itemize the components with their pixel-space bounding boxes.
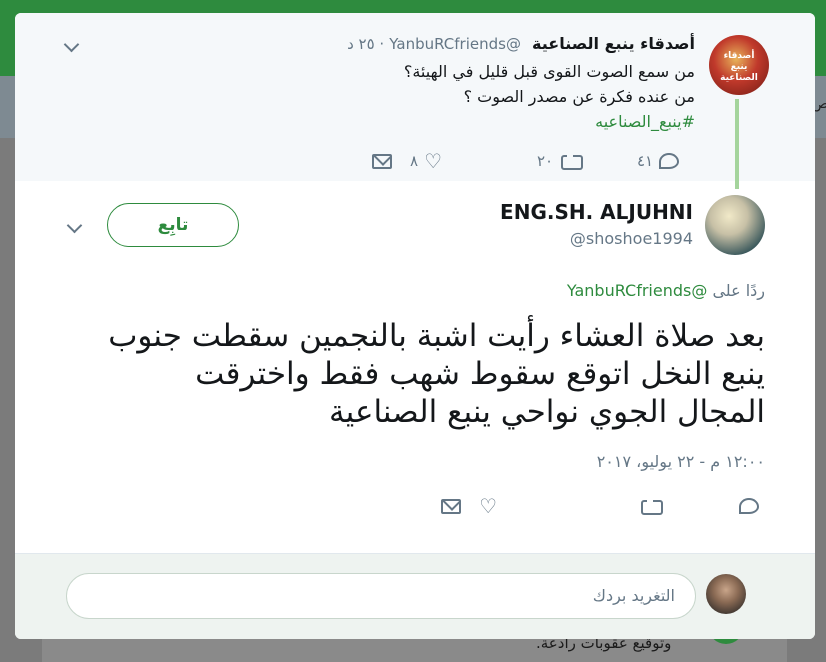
reply-icon [739,498,759,514]
heart-icon: ♡ [424,149,443,173]
reply-icon [659,153,680,169]
main-like-button[interactable]: ♡ [479,495,497,517]
author-avatar[interactable] [705,195,765,255]
parent-reply-button[interactable]: ٤١ [637,150,680,172]
parent-tweet-header: أصدقاء ينبع الصناعية @YanbuRCfriends · ٢… [347,34,695,53]
parent-tweet[interactable]: أصدقاء ينبع الصناعية أصدقاء ينبع الصناعي… [15,13,815,189]
parent-dm-button[interactable] [372,150,392,172]
thread-connector [735,99,739,189]
parent-text-line-1: من سمع الصوت القوى قبل قليل في الهيئة؟ [403,62,695,81]
main-tweet-date[interactable]: ١٢:٠٠ م - ٢٢ يوليو، ٢٠١٧ [597,452,765,471]
tweet-permalink-modal: أصدقاء ينبع الصناعية أصدقاء ينبع الصناعي… [15,13,815,639]
parent-name[interactable]: أصدقاء ينبع الصناعية [532,34,695,53]
main-retweet-button[interactable] [639,495,663,517]
reply-input[interactable]: التغريد بردك [66,573,696,619]
follow-button[interactable]: تابِع [107,203,239,247]
reply-handle-link[interactable]: @YanbuRCfriends [567,281,707,300]
current-user-avatar [706,574,746,614]
parent-like-button[interactable]: ♡ ٨ [410,150,442,172]
main-actions: ♡ [15,495,815,517]
main-dm-button[interactable] [441,495,461,517]
parent-handle[interactable]: @YanbuRCfriends [389,35,521,53]
parent-reply-count: ٤١ [637,152,654,170]
parent-retweet-count: ٢٠ [537,152,554,170]
author-name[interactable]: ENG.SH. ALJUHNI [500,200,693,224]
main-tweet-text: بعد صلاة العشاء رأيت اشبة بالنجمين سقطت … [108,318,765,430]
author-handle[interactable]: @shoshoe1994 [570,229,693,248]
retweet-icon [639,499,663,515]
mail-icon [372,153,392,169]
replying-to: ردًا على @YanbuRCfriends [567,281,765,300]
parent-time[interactable]: · ٢٥ د [347,35,384,53]
heart-icon: ♡ [479,494,497,518]
reply-prefix: ردًا على [712,281,765,300]
retweet-icon [559,154,584,170]
parent-retweet-button[interactable]: ٢٠ [537,150,584,172]
parent-tweet-text: من سمع الصوت القوى قبل قليل في الهيئة؟ م… [404,59,695,134]
main-more-chevron-icon[interactable] [66,218,84,236]
parent-like-count: ٨ [410,152,419,170]
parent-more-chevron-icon[interactable] [63,37,81,55]
parent-avatar-logo: أصدقاء ينبع الصناعية [720,51,758,83]
parent-hashtag[interactable]: #ينبع_الصناعيه [404,109,695,134]
parent-text-line-2: من عنده فكرة عن مصدر الصوت ؟ [463,87,695,106]
mail-icon [441,498,461,514]
parent-actions: ٤١ ٢٠ ♡ ٨ [15,150,815,172]
main-reply-button[interactable] [739,495,759,517]
parent-avatar[interactable]: أصدقاء ينبع الصناعية [709,35,769,95]
